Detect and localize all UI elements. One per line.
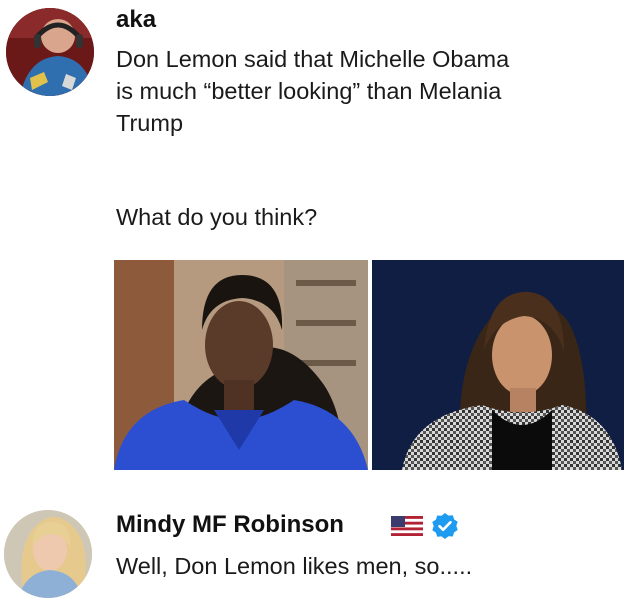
post-text-line: Don Lemon said that Michelle Obama [116,46,510,72]
photo-woman-houndstooth-coat [372,260,624,470]
us-flag-icon [391,516,423,536]
post-text-line: Trump [116,110,184,136]
post-image-right[interactable] [372,260,624,470]
original-post: aka Don Lemon said that Michelle Obama i… [0,0,630,490]
avatar-image [4,510,92,598]
post-text-line: is much “better looking” than Melania [116,78,502,104]
post-question: What do you think? [116,204,318,230]
reply-avatar[interactable] [4,510,92,598]
author-avatar[interactable] [6,8,94,96]
reply-text: Well, Don Lemon likes men, so..... [116,553,473,579]
avatar-image [6,8,94,96]
verified-badge-icon [432,513,458,539]
post-image-left[interactable] [114,260,368,470]
reply-author-name[interactable]: Mindy MF Robinson [116,511,344,539]
post-author-name[interactable]: aka [116,6,156,34]
photo-woman-blue-jacket [114,260,368,470]
